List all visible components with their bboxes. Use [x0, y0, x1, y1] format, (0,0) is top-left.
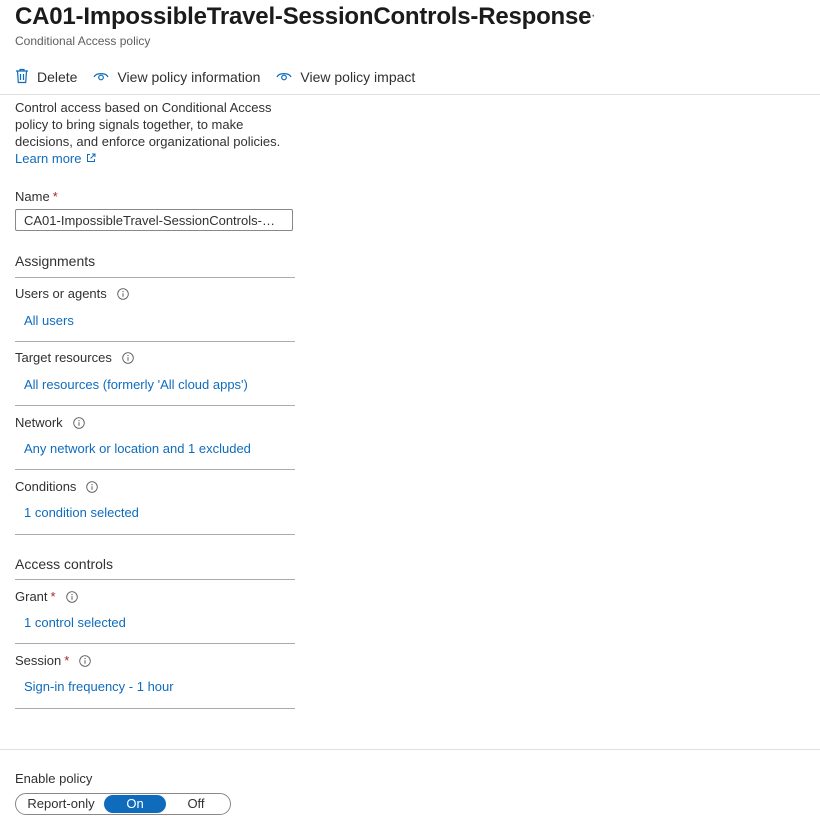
users-label-text: Users or agents [15, 286, 107, 301]
name-label-text: Name [15, 189, 50, 204]
session-value-link[interactable]: Sign-in frequency - 1 hour [24, 679, 174, 694]
row-divider [15, 643, 295, 644]
view-policy-impact-button[interactable]: View policy impact [276, 69, 415, 85]
network-value-link[interactable]: Any network or location and 1 excluded [24, 441, 251, 456]
eye-icon [276, 69, 300, 85]
learn-more-label: Learn more [15, 151, 82, 166]
target-resources-value-link[interactable]: All resources (formerly 'All cloud apps'… [24, 377, 248, 392]
report-only-option[interactable]: Report-only [18, 795, 104, 813]
footer-divider [0, 749, 820, 750]
info-icon[interactable] [79, 654, 92, 667]
required-asterisk: * [52, 189, 58, 204]
required-asterisk: * [64, 653, 70, 668]
view-policy-impact-label: View policy impact [300, 69, 416, 85]
row-divider [15, 534, 295, 535]
enable-policy-label: Enable policy [15, 771, 93, 786]
grant-value-link[interactable]: 1 control selected [24, 615, 126, 630]
section-divider [15, 579, 295, 580]
delete-label: Delete [37, 69, 78, 85]
enable-policy-toggle: Report-only On Off [15, 793, 231, 815]
row-divider [15, 469, 295, 470]
target-resources-label-text: Target resources [15, 350, 112, 365]
network-label: Network [15, 415, 85, 430]
more-options-button[interactable]: ··· [580, 7, 596, 25]
toolbar-divider [0, 94, 820, 95]
external-link-icon [81, 151, 96, 166]
conditions-value-link[interactable]: 1 condition selected [24, 505, 139, 520]
info-icon[interactable] [117, 287, 129, 300]
conditions-label-text: Conditions [15, 479, 77, 494]
info-icon[interactable] [86, 480, 99, 493]
off-option[interactable]: Off [166, 795, 226, 813]
view-policy-information-button[interactable]: View policy information [93, 69, 260, 85]
eye-icon [93, 69, 117, 85]
policy-description: Control access based on Conditional Acce… [15, 100, 281, 149]
session-label: Session * [15, 653, 92, 668]
policy-name-input[interactable] [15, 209, 293, 231]
users-label: Users or agents [15, 286, 129, 301]
session-label-text: Session [15, 653, 62, 668]
row-divider [15, 708, 295, 709]
info-icon[interactable] [122, 351, 134, 364]
conditions-label: Conditions [15, 479, 99, 494]
required-asterisk: * [50, 589, 56, 604]
delete-button[interactable]: Delete [15, 68, 77, 87]
network-label-text: Network [15, 415, 63, 430]
row-divider [15, 341, 295, 342]
info-icon[interactable] [72, 416, 85, 429]
command-bar: Delete View policy information View poli… [15, 66, 431, 88]
on-option[interactable]: On [104, 795, 166, 813]
assignments-heading: Assignments [15, 253, 96, 269]
row-divider [15, 405, 295, 406]
access-controls-heading: Access controls [15, 556, 114, 572]
view-policy-information-label: View policy information [117, 69, 261, 85]
section-divider [15, 277, 295, 278]
grant-label: Grant * [15, 589, 78, 604]
users-value-link[interactable]: All users [24, 313, 74, 328]
target-resources-label: Target resources [15, 350, 134, 365]
grant-label-text: Grant [15, 589, 48, 604]
learn-more-link[interactable]: Learn more [15, 151, 96, 166]
trash-icon [15, 68, 37, 87]
page-title: CA01-ImpossibleTravel-SessionControls-Re… [15, 3, 592, 30]
name-field-label: Name * [15, 189, 58, 204]
page-subtitle: Conditional Access policy [15, 34, 151, 48]
info-icon[interactable] [65, 590, 78, 603]
